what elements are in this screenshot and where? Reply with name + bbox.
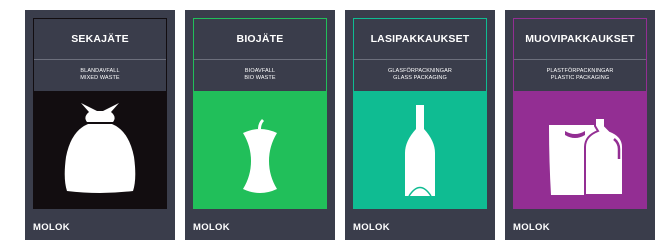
waste-card-bio: BIOJÄTE BIOAVFALL BIO WASTE MOLOK xyxy=(185,10,335,240)
waste-card-glass: LASIPAKKAUKSET GLASFÖRPACKNINGAR GLASS P… xyxy=(345,10,495,240)
plastic-packaging-icon xyxy=(549,117,624,196)
trash-bag-icon xyxy=(64,103,136,193)
molok-logo: MOLOK xyxy=(513,222,550,233)
glass-bottle-icon xyxy=(405,105,435,197)
molok-logo: MOLOK xyxy=(33,222,70,233)
waste-card-mixed: SEKAJÄTE BLANDAVFALL MIXED WASTE MOLOK xyxy=(25,10,175,240)
subtitle-swedish: BIOAVFALL xyxy=(244,68,276,74)
header-divider xyxy=(34,59,166,60)
card-title: SEKAJÄTE xyxy=(71,33,129,45)
card-header: SEKAJÄTE BLANDAVFALL MIXED WASTE xyxy=(33,18,167,91)
subtitle-english: BIO WASTE xyxy=(244,75,276,81)
icon-panel xyxy=(33,91,167,209)
header-divider xyxy=(194,59,326,60)
molok-logo: MOLOK xyxy=(193,222,230,233)
card-title: MUOVIPAKKAUKSET xyxy=(525,33,635,45)
subtitle-english: MIXED WASTE xyxy=(80,75,120,81)
card-header: LASIPAKKAUKSET GLASFÖRPACKNINGAR GLASS P… xyxy=(353,18,487,91)
icon-panel xyxy=(513,91,647,209)
subtitle-swedish: PLASTFÖRPACKNINGAR xyxy=(546,68,614,74)
waste-card-plastic: MUOVIPAKKAUKSET PLASTFÖRPACKNINGAR PLAST… xyxy=(505,10,655,240)
header-divider xyxy=(354,59,486,60)
icon-panel xyxy=(353,91,487,209)
molok-logo: MOLOK xyxy=(353,222,390,233)
subtitle-english: PLASTIC PACKAGING xyxy=(550,75,610,81)
apple-core-icon xyxy=(243,119,277,193)
subtitle-english: GLASS PACKAGING xyxy=(393,75,447,81)
card-subtitle: PLASTFÖRPACKNINGAR PLASTIC PACKAGING xyxy=(514,68,646,82)
header-divider xyxy=(514,59,646,60)
subtitle-swedish: BLANDAVFALL xyxy=(80,68,120,74)
card-subtitle: BIOAVFALL BIO WASTE xyxy=(194,68,326,82)
subtitle-swedish: GLASFÖRPACKNINGAR xyxy=(388,68,452,74)
card-subtitle: GLASFÖRPACKNINGAR GLASS PACKAGING xyxy=(354,68,486,82)
card-title: LASIPAKKAUKSET xyxy=(370,33,470,45)
card-subtitle: BLANDAVFALL MIXED WASTE xyxy=(34,68,166,82)
card-header: MUOVIPAKKAUKSET PLASTFÖRPACKNINGAR PLAST… xyxy=(513,18,647,91)
icon-panel xyxy=(193,91,327,209)
card-header: BIOJÄTE BIOAVFALL BIO WASTE xyxy=(193,18,327,91)
card-title: BIOJÄTE xyxy=(236,33,284,45)
